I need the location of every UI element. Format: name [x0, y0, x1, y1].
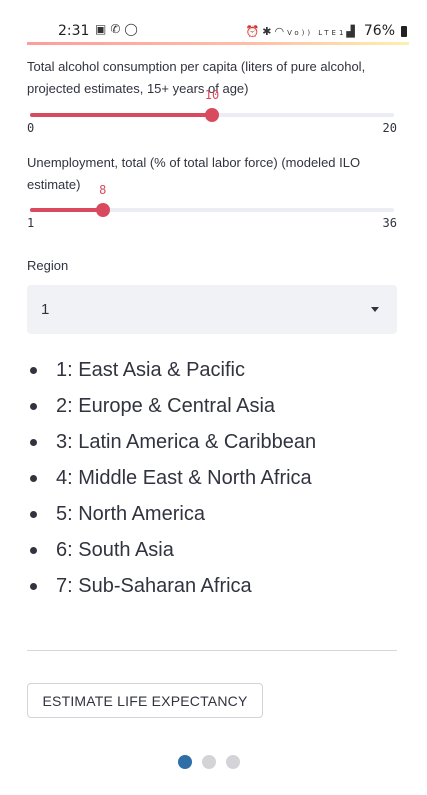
region-list-item-label: 5: North America: [56, 503, 205, 525]
image-icon: ▣: [95, 22, 111, 36]
signal-icon: ▟: [346, 24, 358, 38]
slider-fill: [30, 208, 103, 212]
status-left-icons: ▣✆◯: [95, 22, 142, 36]
region-list-item-label: 3: Latin America & Caribbean: [56, 431, 317, 453]
unemployment-slider[interactable]: 8 1 36: [27, 183, 397, 230]
battery-icon: [401, 25, 407, 37]
status-right: ⏰✱◠Vo)) LTE1▟ 76%: [246, 23, 407, 39]
page-dot[interactable]: [226, 755, 240, 769]
alarm-icon: ⏰: [245, 24, 263, 38]
status-time: 2:31: [58, 23, 90, 39]
circle-icon: ◯: [124, 22, 142, 36]
region-select-value: 1: [41, 301, 50, 318]
bullet-icon: [30, 403, 37, 410]
region-list-item-label: 1: East Asia & Pacific: [56, 359, 245, 381]
divider: [27, 650, 397, 651]
region-list-item-label: 4: Middle East & North Africa: [56, 467, 312, 489]
page-dot[interactable]: [202, 755, 216, 769]
page-dot[interactable]: [178, 755, 192, 769]
slider-thumb[interactable]: [95, 203, 110, 217]
volte-icon: Vo)) LTE1: [287, 28, 347, 37]
slider-value: 8: [99, 183, 107, 197]
slider-max: 36: [382, 216, 397, 230]
region-list-item-label: 2: Europe & Central Asia: [56, 395, 276, 417]
bullet-icon: [30, 511, 37, 518]
slider-fill: [30, 113, 212, 117]
slider-value: 10: [204, 88, 220, 102]
bullet-icon: [30, 547, 37, 554]
slider-min: 0: [27, 121, 35, 135]
bluetooth-icon: ✱: [262, 24, 275, 38]
status-bar: 2:31 ▣✆◯ ⏰✱◠Vo)) LTE1▟ 76%: [0, 0, 427, 44]
status-right-icons: ⏰✱◠Vo)) LTE1▟: [246, 25, 358, 38]
slider-min: 1: [27, 216, 35, 230]
bullet-icon: [30, 475, 37, 482]
phone-icon: ✆: [110, 22, 125, 36]
top-decoration-bar: [27, 42, 409, 45]
page-indicator: [0, 755, 427, 771]
wifi-icon: ◠: [274, 24, 288, 38]
bullet-icon: [30, 367, 37, 374]
alcohol-slider[interactable]: 10 0 20: [27, 88, 397, 135]
region-list-item-label: 6: South Asia: [56, 539, 174, 561]
chevron-down-icon[interactable]: [371, 307, 379, 312]
region-list-item-label: 7: Sub-Saharan Africa: [56, 575, 252, 597]
bullet-icon: [30, 439, 37, 446]
slider-max: 20: [382, 121, 397, 135]
slider-thumb[interactable]: [205, 108, 219, 122]
estimate-life-expectancy-button[interactable]: ESTIMATE LIFE EXPECTANCY: [27, 683, 263, 718]
battery-percent: 76%: [363, 23, 395, 39]
region-select[interactable]: 1: [27, 285, 397, 334]
region-label: Region: [27, 258, 69, 273]
bullet-icon: [30, 583, 37, 590]
